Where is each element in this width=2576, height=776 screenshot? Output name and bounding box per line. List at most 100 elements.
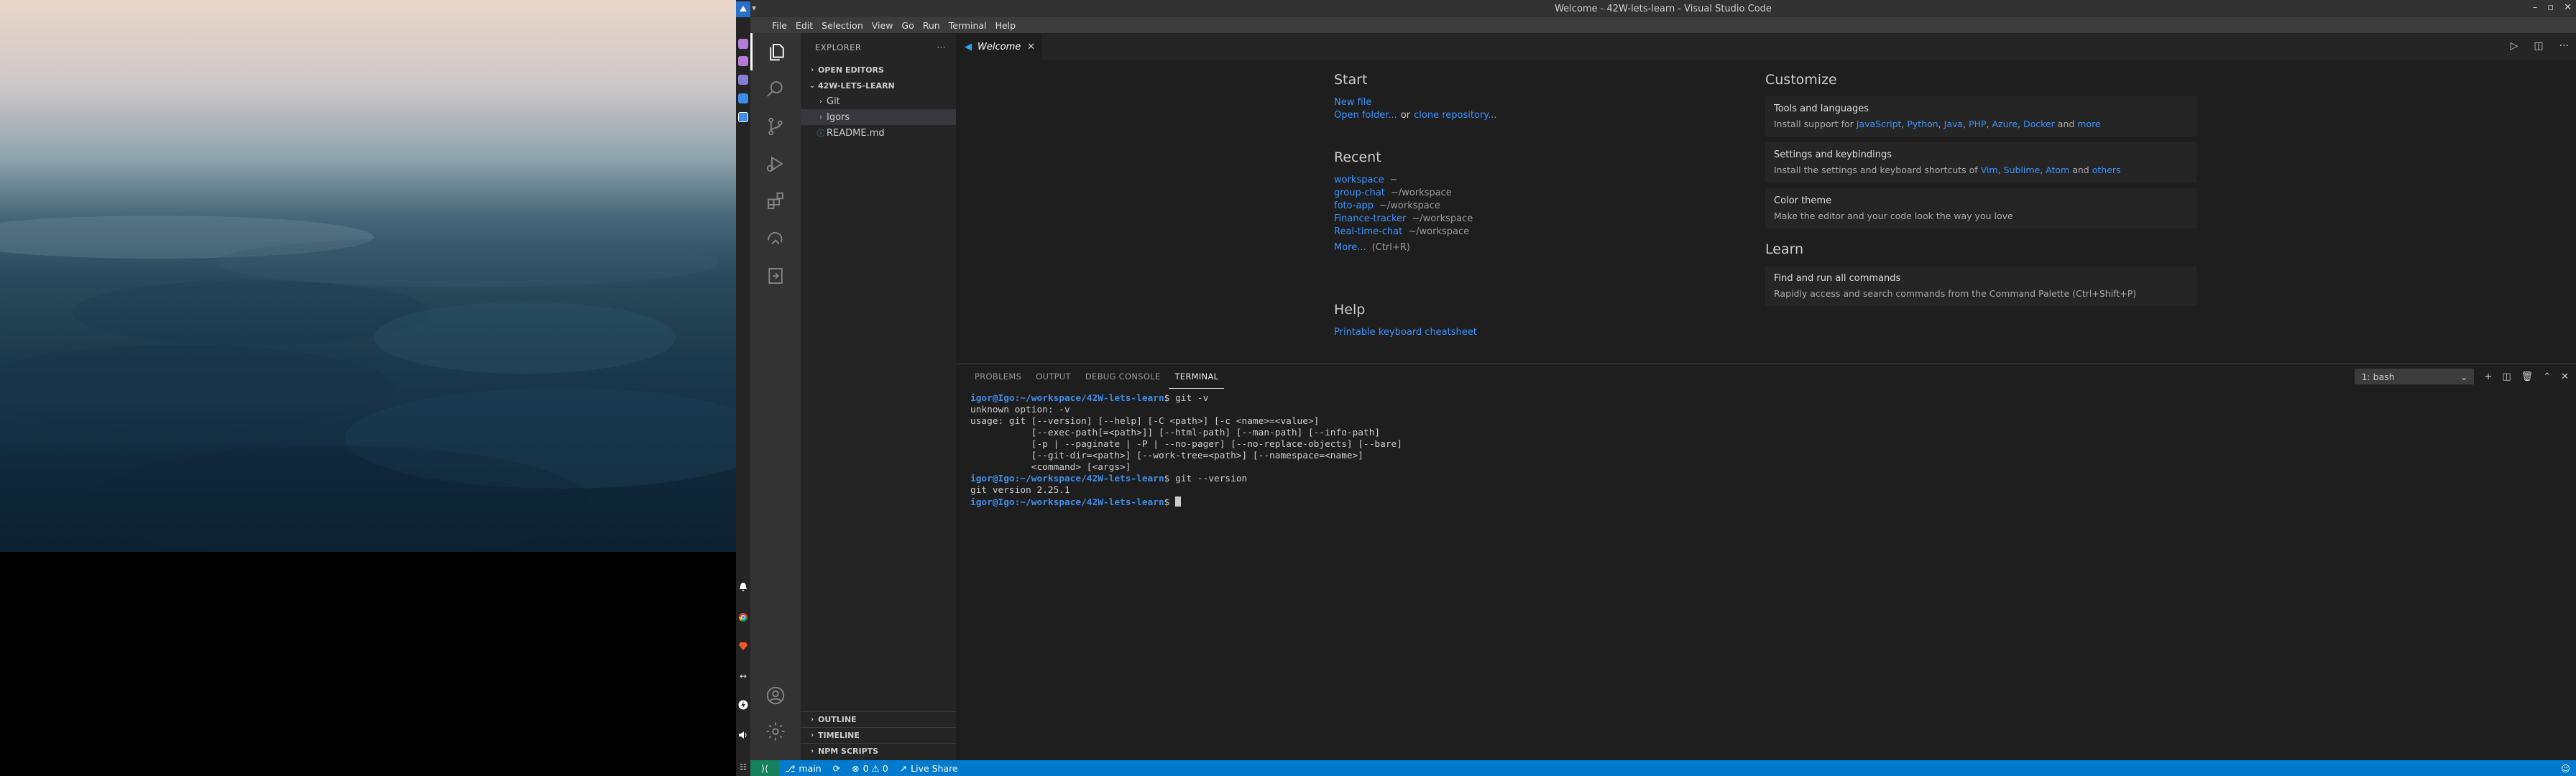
minimize-icon[interactable]: – — [2533, 2, 2538, 13]
bell-icon[interactable] — [736, 579, 750, 595]
recent-name[interactable]: Real-time-chat — [1334, 226, 1402, 239]
card-desc: Install support for — [1774, 119, 1854, 129]
maximize-panel-icon[interactable]: ⌃ — [2543, 371, 2551, 382]
trash-icon[interactable]: 🗑 — [2521, 371, 2534, 382]
source-control-icon[interactable] — [750, 108, 801, 145]
taskbar-window-4[interactable] — [738, 93, 748, 103]
more-recent-link[interactable]: More... — [1334, 241, 1366, 254]
timeline-section[interactable]: › TIMELINE — [801, 727, 956, 743]
remote-explorer-icon[interactable] — [750, 220, 801, 257]
settings-keybindings-card[interactable]: Settings and keybindings Install the set… — [1765, 142, 2196, 183]
sync-button[interactable]: ⟳ — [827, 760, 846, 776]
open-editors-section[interactable]: › OPEN EDITORS — [801, 62, 956, 78]
recent-item[interactable]: Finance-tracker ~/workspace — [1334, 213, 1693, 226]
arrows-icon[interactable]: ↔ — [736, 668, 750, 684]
recent-item[interactable]: workspace ~ — [1334, 174, 1693, 187]
tab-output[interactable]: OUTPUT — [1030, 364, 1077, 389]
tree-folder-git[interactable]: › Git — [801, 93, 956, 109]
menu-selection[interactable]: Selection — [817, 20, 868, 31]
recent-name[interactable]: workspace — [1334, 174, 1384, 187]
color-theme-card[interactable]: Color theme Make the editor and your cod… — [1765, 188, 2196, 228]
tray-icon[interactable]: ☷ — [736, 759, 750, 775]
branch-indicator[interactable]: ⎇ main — [779, 760, 827, 776]
explorer-icon[interactable] — [750, 33, 801, 70]
lightning-icon[interactable] — [736, 697, 750, 713]
more-actions-icon[interactable]: ··· — [2559, 40, 2569, 52]
find-commands-card[interactable]: Find and run all commands Rapidly access… — [1765, 266, 2196, 306]
chevron-right-icon: › — [810, 747, 814, 755]
lang-link[interactable]: PHP — [1969, 119, 1986, 129]
recent-name[interactable]: foto-app — [1334, 200, 1374, 213]
workspace-section[interactable]: ⌄ 42W-LETS-LEARN — [801, 78, 956, 93]
clone-repository-link[interactable]: clone repository... — [1414, 109, 1496, 122]
taskbar-window-1[interactable] — [738, 39, 748, 49]
tab-debug-console[interactable]: DEBUG CONSOLE — [1080, 364, 1167, 389]
more-actions-icon[interactable]: ··· — [937, 42, 946, 52]
tree-item-label: README.md — [827, 127, 885, 139]
menu-run[interactable]: Run — [919, 20, 944, 31]
lang-link[interactable]: Java — [1944, 119, 1963, 129]
gear-icon[interactable] — [750, 713, 801, 750]
close-tab-icon[interactable]: ✕ — [1027, 42, 1035, 52]
extensions-icon[interactable] — [750, 183, 801, 220]
recent-item[interactable]: group-chat ~/workspace — [1334, 187, 1693, 200]
sublime-link[interactable]: Sublime — [2004, 165, 2041, 175]
recent-item[interactable]: Real-time-chat ~/workspace — [1334, 226, 1693, 239]
terminal-output[interactable]: igor@Igo:~/workspace/42W-lets-learn$ git… — [956, 389, 2576, 509]
accounts-icon[interactable] — [750, 677, 801, 714]
tree-file-readme[interactable]: ⓘ README.md — [801, 125, 956, 141]
close-icon[interactable]: ✕ — [2564, 2, 2572, 13]
menu-go[interactable]: Go — [897, 20, 918, 31]
menu-file[interactable]: File — [768, 20, 791, 31]
lang-link[interactable]: JavaScript — [1857, 119, 1902, 129]
close-panel-icon[interactable]: ✕ — [2561, 371, 2569, 382]
more-link[interactable]: more — [2077, 119, 2100, 129]
window-menu-icon[interactable]: ▾ — [752, 3, 756, 13]
app-launcher-icon[interactable] — [736, 1, 750, 17]
problems-indicator[interactable]: ⊗ 0 ⚠ 0 — [846, 760, 894, 776]
recent-name[interactable]: Finance-tracker — [1334, 213, 1406, 226]
live-share-button[interactable]: ↗ Live Share — [894, 760, 964, 776]
tab-problems[interactable]: PROBLEMS — [969, 364, 1027, 389]
live-share-icon[interactable] — [750, 257, 801, 295]
maximize-icon[interactable]: ▫ — [2547, 2, 2554, 13]
recent-heading: Recent — [1334, 149, 1381, 165]
npm-scripts-section[interactable]: › NPM SCRIPTS — [801, 743, 956, 759]
recent-name[interactable]: group-chat — [1334, 187, 1385, 200]
recent-item[interactable]: foto-app ~/workspace — [1334, 200, 1693, 213]
keyboard-cheatsheet-link[interactable]: Printable keyboard cheatsheet — [1334, 326, 1693, 339]
tree-folder-igors[interactable]: › Igors — [801, 109, 956, 125]
taskbar-window-2[interactable] — [738, 56, 748, 66]
lang-link[interactable]: Python — [1907, 119, 1938, 129]
lang-link[interactable]: Docker — [2023, 119, 2055, 129]
atom-link[interactable]: Atom — [2046, 165, 2069, 175]
chrome-icon[interactable] — [736, 609, 750, 625]
terminal-line: [--exec-path[=<path>]] [--html-path] [--… — [970, 428, 1381, 438]
tab-welcome[interactable]: ◀ Welcome ✕ — [956, 33, 1042, 60]
run-debug-icon[interactable] — [750, 145, 801, 183]
brave-icon[interactable] — [736, 638, 750, 654]
menu-edit[interactable]: Edit — [791, 20, 817, 31]
taskbar-window-vscode[interactable] — [738, 112, 748, 122]
menu-terminal[interactable]: Terminal — [944, 20, 991, 31]
others-link[interactable]: others — [2092, 165, 2121, 175]
vim-link[interactable]: Vim — [1981, 165, 1998, 175]
new-terminal-icon[interactable]: + — [2484, 371, 2492, 382]
open-folder-link[interactable]: Open folder... — [1334, 109, 1397, 122]
tab-terminal[interactable]: TERMINAL — [1169, 364, 1225, 389]
lang-link[interactable]: Azure — [1992, 119, 2018, 129]
terminal-select[interactable]: 1: bash ⌄ — [2355, 369, 2475, 384]
new-file-link[interactable]: New file — [1334, 96, 1693, 109]
split-editor-icon[interactable]: ◫ — [2534, 40, 2543, 52]
feedback-button[interactable]: ☺ — [2555, 760, 2576, 776]
volume-icon[interactable] — [736, 727, 750, 743]
taskbar-window-3[interactable] — [738, 75, 748, 85]
menu-view[interactable]: View — [868, 20, 898, 31]
menu-help[interactable]: Help — [991, 20, 1021, 31]
search-icon[interactable] — [750, 70, 801, 108]
split-terminal-icon[interactable]: ◫ — [2502, 371, 2511, 382]
remote-indicator[interactable]: ⟩⟨ — [750, 760, 779, 776]
run-icon[interactable]: ▷ — [2511, 40, 2518, 52]
tools-languages-card[interactable]: Tools and languages Install support for … — [1765, 96, 2196, 137]
outline-section[interactable]: › OUTLINE — [801, 711, 956, 727]
